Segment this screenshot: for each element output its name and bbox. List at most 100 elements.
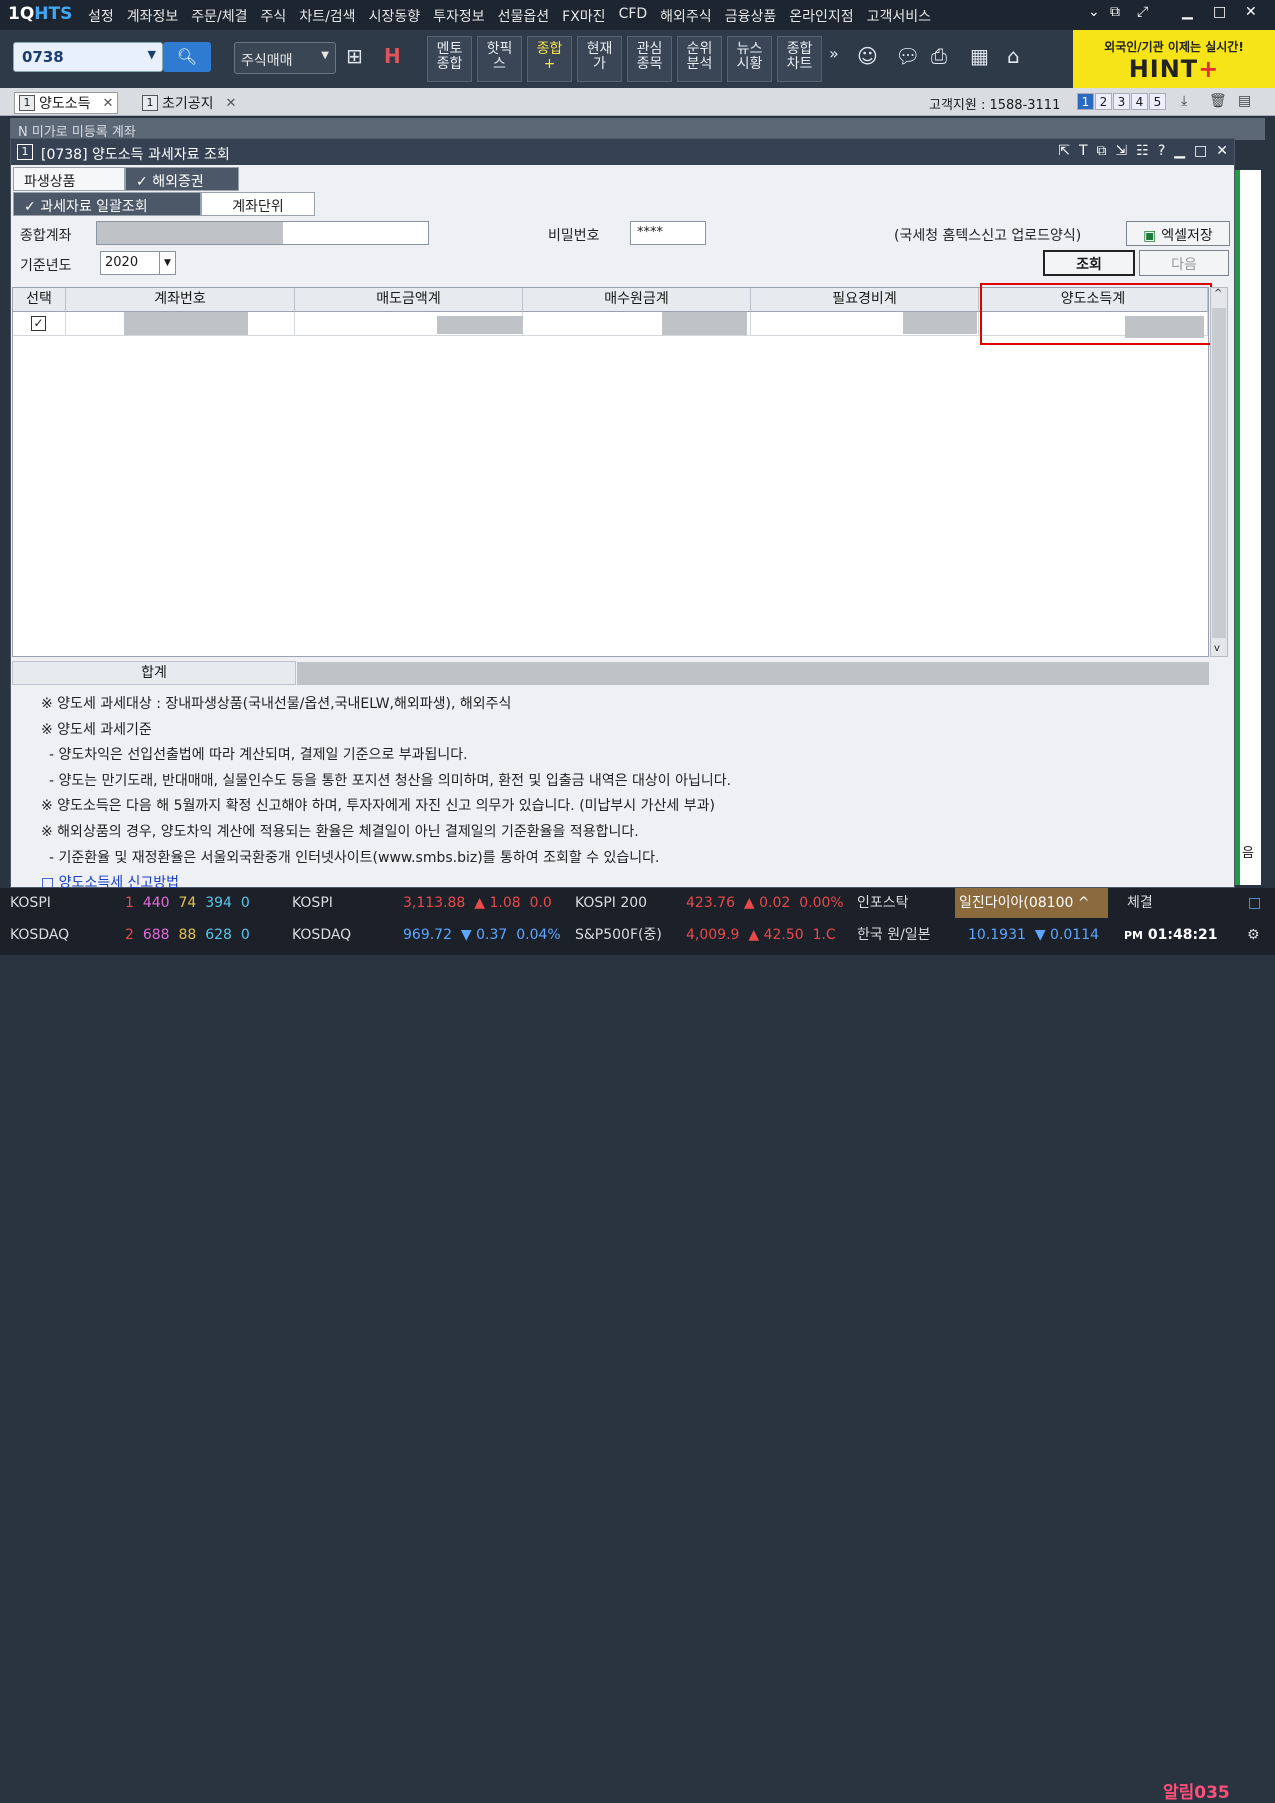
chevron-down-icon[interactable]: ⌄ [1088,4,1100,20]
window-title-bar[interactable]: 1 [0738] 양도소득 과세자료 조회 ⇱ T ⧉ ⇲ ☷ ? ▁ □ ✕ [11,139,1234,165]
restore-icon[interactable]: ⧉ [1110,4,1120,20]
menu-item-customer-service[interactable]: 고객서비스 [867,6,931,26]
menu-item-fx-margin[interactable]: FX마진 [562,6,605,26]
menu-item-stock[interactable]: 주식 [261,6,287,26]
robot-icon[interactable]: ☺ [857,44,878,68]
menu-item-futures-options[interactable]: 선물옵션 [498,6,550,26]
close-icon[interactable]: ✕ [103,96,114,111]
chevron-down-icon[interactable]: ▼ [148,48,156,61]
print-icon[interactable]: ⎙ [931,44,947,68]
chevron-down-icon[interactable]: v [1214,643,1220,654]
page-4[interactable]: 4 [1131,93,1148,110]
link-icon[interactable]: ⇱ [1058,143,1070,159]
download-icon[interactable]: ⤓ [1181,93,1187,109]
menu-item-financial-products[interactable]: 금융상품 [725,6,777,26]
tab-bulk-query[interactable]: ✓ 과세자료 일괄조회 [13,192,201,216]
ranking-button[interactable]: 순위 분석 [677,36,722,82]
page-3[interactable]: 3 [1113,93,1130,110]
calculator-icon[interactable]: ▦ [970,44,989,68]
col-buy-principal: 매수원금계 [523,288,751,312]
chat-icon[interactable]: 💬︎ [895,44,920,68]
note-line: - 양도는 만기도래, 반대매매, 실물인수도 등을 통한 포지션 청산을 의미… [49,773,732,789]
app-logo: 1QHTS [8,4,73,24]
row-checkbox[interactable]: ✓ [31,316,46,331]
col-select: 선택 [13,288,66,312]
scroll-thumb[interactable] [1212,308,1226,638]
export-icon[interactable]: ⇲ [1116,143,1128,159]
ticker-sp500f: S&P500F(중) [575,927,662,943]
window-title: [0738] 양도소득 과세자료 조회 [41,147,230,163]
close-icon[interactable]: ✕ [226,96,237,111]
tab-initial-notice[interactable]: 1 초기공지 ✕ [138,92,240,114]
upload-note: (국세청 홈텍스신고 업로드양식) [894,228,1082,244]
minimize-icon[interactable]: ▁ [1182,4,1193,20]
current-price-button[interactable]: 현재 가 [577,36,622,82]
col-sell-amount: 매도금액계 [295,288,523,312]
menu-item-market-trend[interactable]: 시장동향 [369,6,421,26]
background-window-title[interactable]: N 미가로 미등록 계좌 [10,118,1265,140]
tab-derivatives[interactable]: 파생상품 [13,167,125,191]
page-1[interactable]: 1 [1077,93,1094,110]
menu-item-cfd[interactable]: CFD [619,6,648,26]
more-icon[interactable]: » [829,44,839,63]
menu-item-settings[interactable]: 설정 [88,6,114,26]
hint-banner[interactable]: 외국인/기관 이제는 실시간! HINT+ [1073,30,1275,88]
chart-button[interactable]: 종합 차트 [777,36,822,82]
page-5[interactable]: 5 [1149,93,1166,110]
total-masked [297,662,1209,685]
close-icon[interactable]: ✕ [1245,4,1257,20]
search-button[interactable]: 🔍︎ [163,42,211,72]
mentor-button[interactable]: 멘토 종합 [427,36,472,82]
add-window-icon[interactable]: ⊞ [346,44,363,68]
maximize-icon[interactable]: □ [1213,4,1226,20]
trade-type-select[interactable]: 주식매매 ▼ [234,42,336,74]
close-icon[interactable]: ✕ [1216,143,1228,159]
excel-save-button[interactable]: ▣ 엑셀저장 [1126,221,1230,246]
minimize-icon[interactable]: ▁ [1174,143,1185,159]
layout-icon[interactable]: ▤ [1238,93,1251,109]
ticker-kospi200: KOSPI 200 [575,895,648,911]
excel-icon: ▣ [1143,228,1162,244]
masked-value [124,312,248,335]
menu-item-invest-info[interactable]: 투자정보 [433,6,485,26]
alarm-counter[interactable]: 알림035 [1163,1778,1230,1803]
home-icon[interactable]: ⌂ [1007,44,1020,68]
tab-per-account[interactable]: 계좌단위 [201,192,315,216]
query-button[interactable]: 조회 [1043,250,1135,276]
screen-tab-strip: 1 양도소득 ✕ 1 초기공지 ✕ 고객지원 : 1588-3111 1 2 3 4 5… [0,88,1275,116]
page-2[interactable]: 2 [1095,93,1112,110]
menu-item-online-branch[interactable]: 온라인지점 [789,6,853,26]
chevron-down-icon[interactable]: ▼ [159,252,175,274]
trash-icon[interactable]: 🗑︎ [1209,93,1227,109]
watchlist-button[interactable]: 관심 종목 [627,36,672,82]
page-selector: 1 2 3 4 5 [1077,93,1166,110]
list-icon[interactable]: ☷ [1136,143,1149,159]
tab-overseas-securities[interactable]: ✓ 해외증권 [125,167,239,191]
chevron-up-icon[interactable]: ^ [1214,288,1222,299]
ticker-stock[interactable]: 일진다이아(08100 ^ [955,888,1108,918]
next-button[interactable]: 다음 [1139,250,1229,276]
ticker-news-source[interactable]: 인포스탁 [857,888,909,918]
menu-item-overseas-stock[interactable]: 해외주식 [660,6,712,26]
expand-icon[interactable]: ⤢ [1137,4,1148,20]
flag-icon[interactable]: □ [1248,888,1261,918]
copy-icon[interactable]: ⧉ [1097,143,1107,159]
account-input[interactable]: 0738 ▼ [13,42,163,72]
side-panel[interactable]: 음 [1235,170,1261,885]
password-field[interactable]: **** [630,221,706,245]
gear-icon[interactable]: ⚙ [1247,920,1260,950]
menu-item-order[interactable]: 주문/체결 [191,6,247,26]
tab-capital-gains[interactable]: 1 양도소득 ✕ [14,92,119,114]
hotpick-button[interactable]: 핫픽 스 [477,36,522,82]
summary-plus-button[interactable]: 종합 + [527,36,572,82]
grid-scrollbar[interactable]: ^ v [1210,287,1228,657]
menu-item-chart-search[interactable]: 차트/검색 [299,6,355,26]
ticker-kospi200-value: 423.76 ▲ 0.02 0.00% [686,895,844,911]
year-select[interactable]: 2020 ▼ [100,251,176,275]
maximize-icon[interactable]: □ [1194,143,1207,159]
help-icon[interactable]: ? [1158,143,1165,159]
text-icon[interactable]: T [1079,143,1088,159]
news-button[interactable]: 뉴스 시황 [727,36,772,82]
menu-item-account-info[interactable]: 계좌정보 [127,6,179,26]
hot-icon[interactable]: H [384,44,401,68]
